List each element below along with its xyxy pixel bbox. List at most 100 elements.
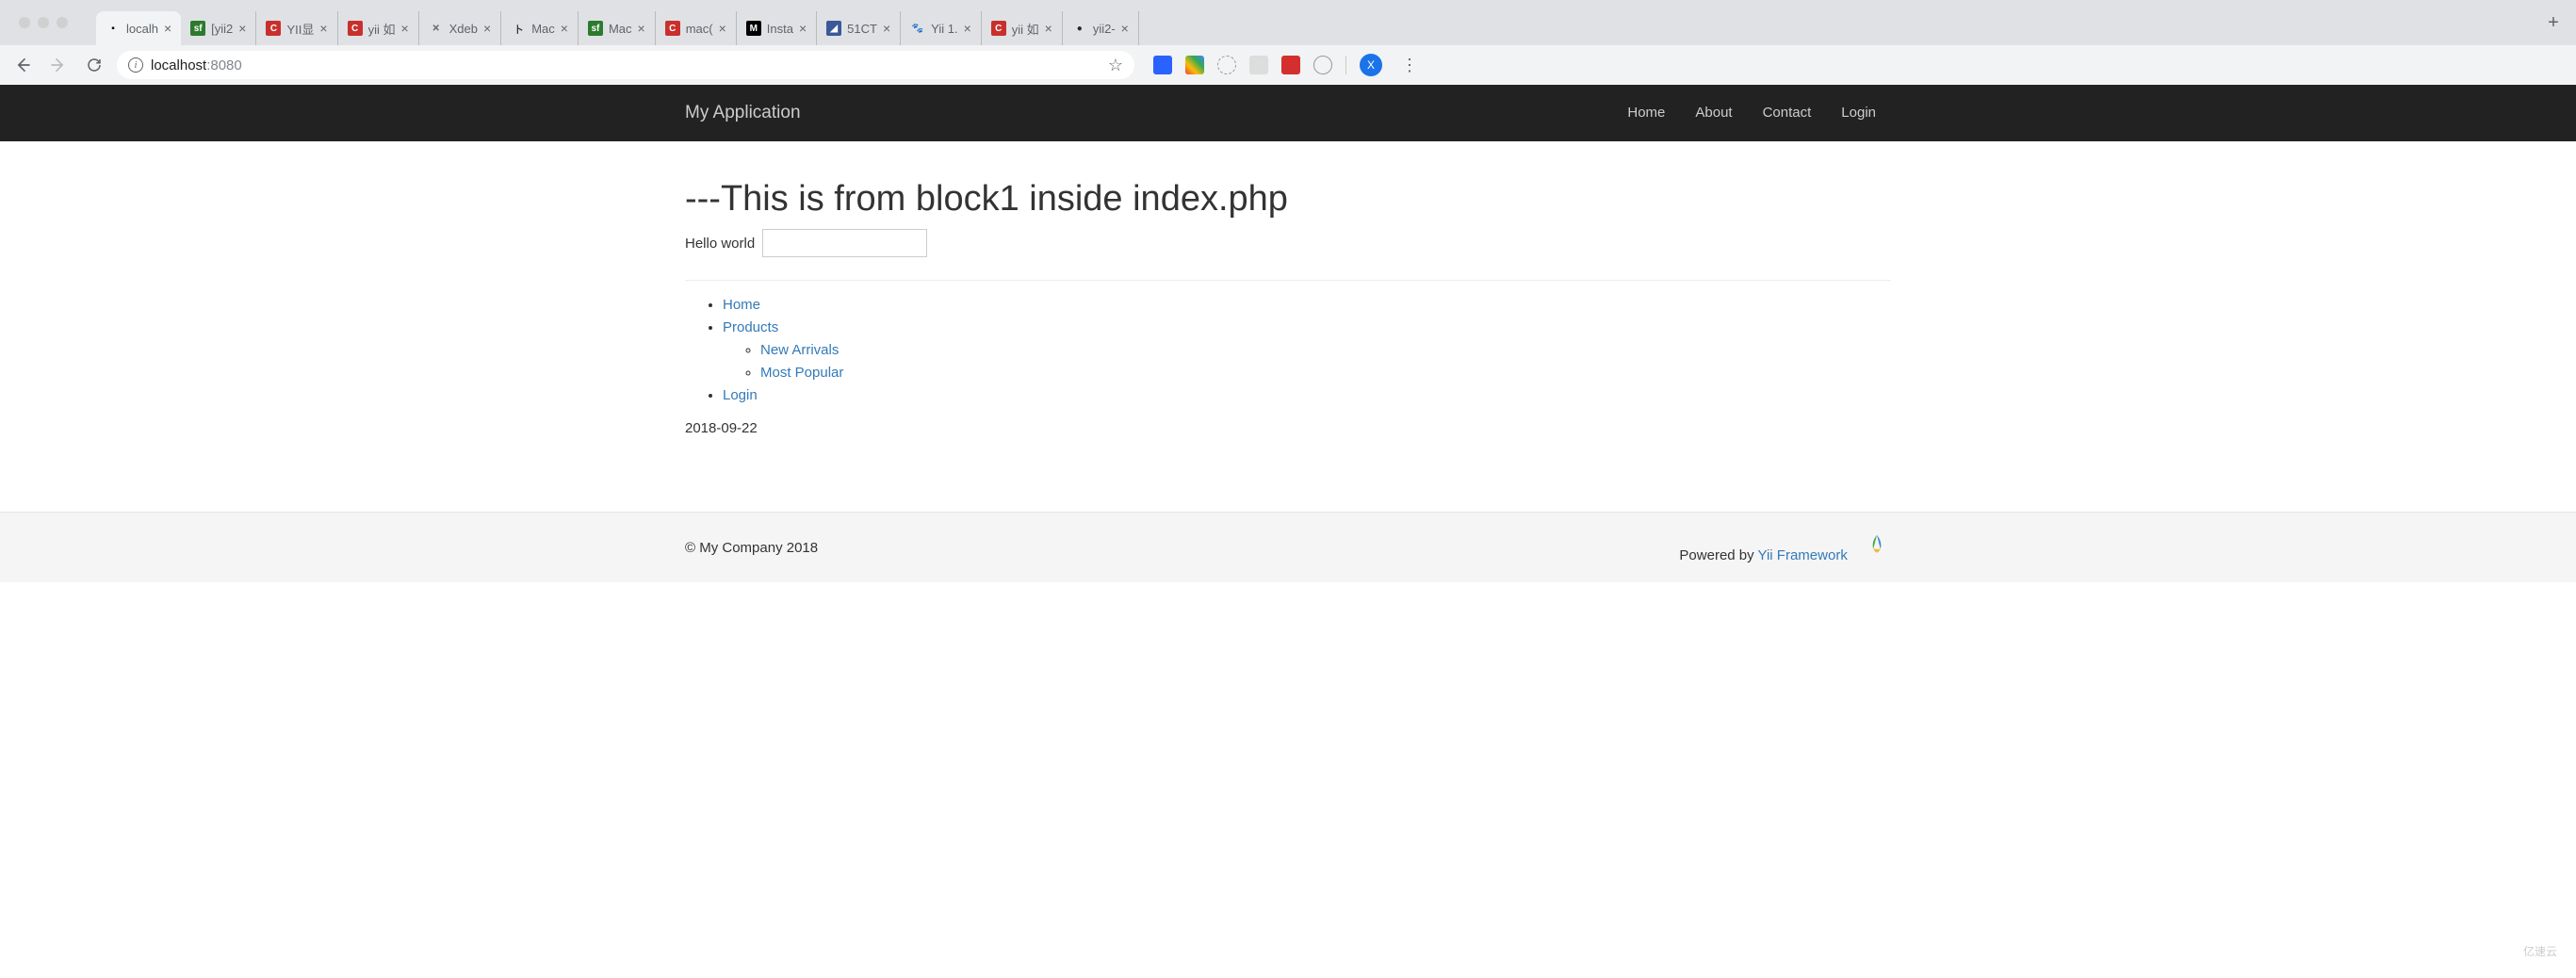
main-container: ---This is from block1 inside index.php … bbox=[671, 141, 1905, 455]
navbar-item[interactable]: Contact bbox=[1748, 105, 1827, 122]
menu-link[interactable]: Login bbox=[723, 387, 758, 403]
tab-title: Mac bbox=[609, 22, 632, 36]
tab-title: Yii 1. bbox=[931, 22, 957, 36]
maximize-window-icon[interactable] bbox=[57, 17, 68, 28]
tab-close-icon[interactable]: × bbox=[319, 21, 327, 36]
tab-title: [yii2 bbox=[211, 22, 233, 36]
extension-icons: X ⋮ bbox=[1144, 54, 1433, 76]
date-text: 2018-09-22 bbox=[685, 420, 1891, 436]
browser-tab[interactable]: sf[yii2× bbox=[181, 11, 256, 45]
reload-button[interactable] bbox=[81, 52, 107, 78]
browser-tab-strip: ▪localh×sf[yii2×CYII显×Cyii 如×✕Xdeb×卜Mac×… bbox=[0, 0, 2576, 45]
footer-framework-link[interactable]: Yii Framework bbox=[1758, 547, 1848, 563]
browser-tab[interactable]: 🐾 Yii 1. × bbox=[901, 11, 982, 45]
navbar-item[interactable]: Home bbox=[1612, 105, 1680, 122]
extension-icon[interactable] bbox=[1313, 56, 1332, 74]
site-info-icon[interactable]: i bbox=[128, 57, 143, 73]
separator bbox=[1345, 56, 1346, 74]
browser-tab[interactable]: Cyii 如× bbox=[338, 11, 419, 45]
navbar-link[interactable]: Home bbox=[1627, 105, 1665, 121]
watermark: 亿速云 bbox=[2523, 943, 2557, 959]
menu-link[interactable]: New Arrivals bbox=[760, 342, 839, 358]
browser-tab[interactable]: CYII显× bbox=[256, 11, 337, 45]
tab-close-icon[interactable]: × bbox=[483, 21, 491, 36]
address-bar[interactable]: i localhost:8080 ☆ bbox=[117, 51, 1134, 79]
close-window-icon[interactable] bbox=[19, 17, 30, 28]
browser-tab[interactable]: ▪localh× bbox=[96, 11, 181, 45]
tab-close-icon[interactable]: × bbox=[238, 21, 246, 36]
menu-item: Home bbox=[723, 294, 1891, 317]
tab-list: ▪localh×sf[yii2×CYII显×Cyii 如×✕Xdeb×卜Mac×… bbox=[96, 0, 2540, 45]
browser-tab[interactable]: ● yii2- × bbox=[1063, 11, 1139, 45]
extension-icon[interactable] bbox=[1249, 56, 1268, 74]
menu-item: Login bbox=[723, 384, 1891, 407]
tab-favicon-icon: 卜 bbox=[511, 21, 526, 36]
browser-menu-button[interactable]: ⋮ bbox=[1395, 56, 1424, 75]
bookmark-star-icon[interactable]: ☆ bbox=[1108, 56, 1123, 75]
tab-title: localh bbox=[126, 22, 158, 36]
window-controls bbox=[9, 17, 77, 28]
browser-tab[interactable]: ◢ 51CT × bbox=[817, 11, 901, 45]
browser-tab[interactable]: 卜Mac× bbox=[501, 11, 579, 45]
menu-item: Most Popular bbox=[760, 362, 1891, 384]
browser-tab[interactable]: Cmac(× bbox=[656, 11, 737, 45]
tab-favicon-icon: ◢ bbox=[826, 21, 841, 36]
tab-title: 51CT bbox=[847, 22, 877, 36]
tab-favicon-icon: ✕ bbox=[429, 21, 444, 36]
navbar-item[interactable]: Login bbox=[1826, 105, 1891, 122]
navbar-link[interactable]: Contact bbox=[1763, 105, 1812, 121]
navbar-item[interactable]: About bbox=[1680, 105, 1747, 122]
browser-tab[interactable]: Cyii 如× bbox=[982, 11, 1063, 45]
tab-close-icon[interactable]: × bbox=[164, 21, 171, 36]
arrow-left-icon bbox=[13, 56, 32, 74]
navbar-link[interactable]: Login bbox=[1841, 105, 1876, 121]
tab-close-icon[interactable]: × bbox=[799, 21, 807, 36]
tab-title: mac( bbox=[686, 22, 713, 36]
browser-tab[interactable]: sf Mac × bbox=[579, 11, 656, 45]
forward-button[interactable] bbox=[45, 52, 72, 78]
navbar-brand[interactable]: My Application bbox=[685, 103, 801, 123]
browser-tab[interactable]: ✕ Xdeb × bbox=[419, 11, 502, 45]
menu-item: Products New Arrivals Most Popular bbox=[723, 317, 1891, 384]
hello-input[interactable] bbox=[762, 229, 927, 257]
tab-close-icon[interactable]: × bbox=[719, 21, 726, 36]
menu-link[interactable]: Products bbox=[723, 319, 778, 335]
page-heading: ---This is from block1 inside index.php bbox=[685, 179, 1891, 220]
extension-icon[interactable] bbox=[1185, 56, 1204, 74]
tab-favicon-icon: sf bbox=[588, 21, 603, 36]
profile-avatar[interactable]: X bbox=[1360, 54, 1382, 76]
menu-link[interactable]: Home bbox=[723, 297, 760, 313]
extension-icon[interactable] bbox=[1217, 56, 1236, 74]
tab-close-icon[interactable]: × bbox=[561, 21, 568, 36]
footer-copyright: © My Company 2018 bbox=[685, 540, 818, 556]
extension-icon[interactable] bbox=[1281, 56, 1300, 74]
tab-close-icon[interactable]: × bbox=[400, 21, 408, 36]
app-navbar: My Application Home About Contact Login bbox=[0, 85, 2576, 141]
tab-favicon-icon: ● bbox=[1072, 21, 1087, 36]
menu-link[interactable]: Most Popular bbox=[760, 365, 843, 381]
browser-tab[interactable]: MInsta× bbox=[737, 11, 817, 45]
browser-toolbar: i localhost:8080 ☆ X ⋮ bbox=[0, 45, 2576, 85]
yii-logo-icon[interactable] bbox=[1863, 531, 1891, 560]
footer-right: Powered by Yii Framework bbox=[1679, 531, 1891, 563]
extension-icon[interactable] bbox=[1153, 56, 1172, 74]
tab-favicon-icon: M bbox=[746, 21, 761, 36]
tab-favicon-icon: 🐾 bbox=[910, 21, 925, 36]
navbar-link[interactable]: About bbox=[1695, 105, 1732, 121]
tab-title: Xdeb bbox=[449, 22, 478, 36]
hello-label: Hello world bbox=[685, 236, 755, 252]
new-tab-button[interactable]: + bbox=[2540, 9, 2567, 36]
back-button[interactable] bbox=[9, 52, 36, 78]
url-port: :8080 bbox=[206, 57, 242, 73]
tab-close-icon[interactable]: × bbox=[883, 21, 890, 36]
tab-favicon-icon: C bbox=[348, 21, 363, 36]
tab-title: YII显 bbox=[286, 20, 314, 38]
menu-item: New Arrivals bbox=[760, 339, 1891, 362]
tab-close-icon[interactable]: × bbox=[964, 21, 971, 36]
url-host: localhost bbox=[151, 57, 206, 73]
minimize-window-icon[interactable] bbox=[38, 17, 49, 28]
tab-close-icon[interactable]: × bbox=[1045, 21, 1052, 36]
tab-close-icon[interactable]: × bbox=[1121, 21, 1129, 36]
tab-title: yii2- bbox=[1093, 22, 1116, 36]
tab-close-icon[interactable]: × bbox=[638, 21, 645, 36]
